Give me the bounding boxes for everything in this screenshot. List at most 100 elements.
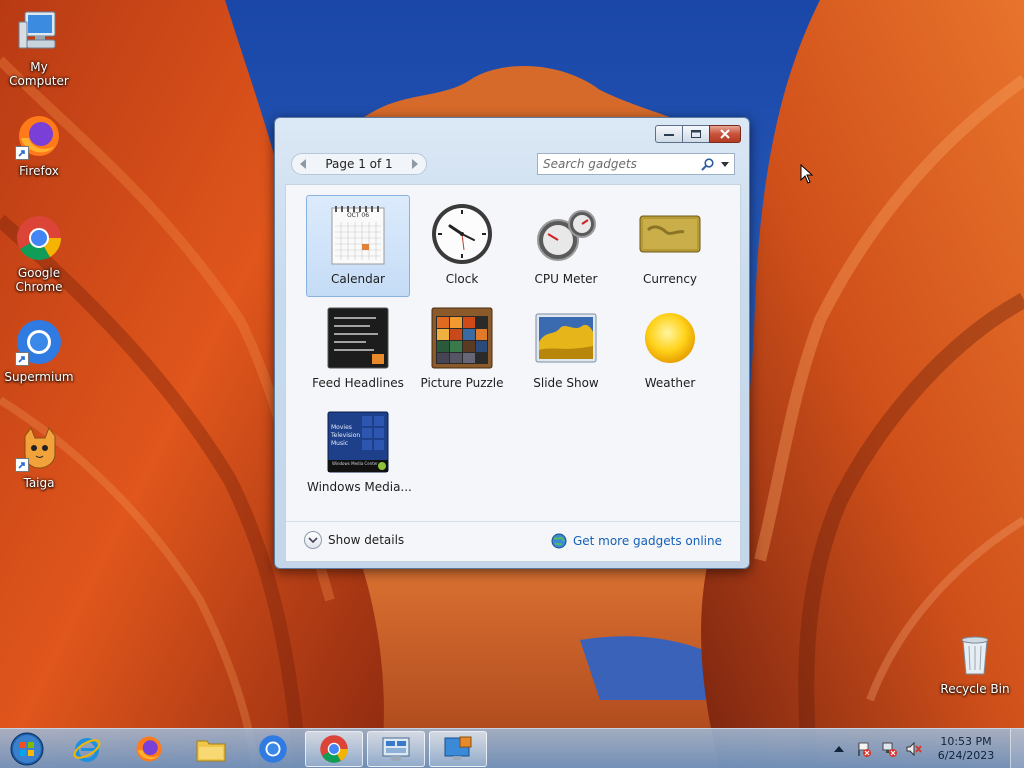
- chevron-down-icon: [721, 161, 729, 167]
- file-explorer-icon: [196, 740, 226, 762]
- media-center-music: Music: [331, 440, 349, 447]
- minimize-button[interactable]: [655, 125, 683, 143]
- chevron-up-icon: [834, 746, 844, 752]
- taskbar-gadgets[interactable]: [429, 731, 487, 767]
- window-controls: [655, 125, 741, 143]
- desktop-icon-label: My Computer: [9, 60, 69, 88]
- chrome-icon: [15, 214, 63, 262]
- gadget-label: Picture Puzzle: [420, 376, 504, 390]
- maximize-icon: [691, 130, 701, 138]
- taskbar-internet-explorer[interactable]: [58, 731, 116, 767]
- desktop-icon-supermium[interactable]: Supermium: [0, 318, 78, 384]
- show-details-label: Show details: [328, 533, 405, 547]
- supermium-icon: [15, 318, 63, 366]
- search-dropdown-button[interactable]: [716, 154, 734, 174]
- desktop-icon-label: Taiga: [23, 476, 55, 490]
- desktop-icon-recycle-bin[interactable]: Recycle Bin: [936, 630, 1014, 696]
- computer-icon: [15, 8, 63, 56]
- action-center-button[interactable]: [855, 740, 873, 758]
- gadget-label: Slide Show: [533, 376, 599, 390]
- picture-puzzle-gadget-icon: [430, 306, 494, 370]
- action-center-flag-icon: [858, 742, 871, 757]
- taskbar-control-panel[interactable]: [367, 731, 425, 767]
- weather-gadget-icon: [638, 306, 702, 370]
- desktop-icon-label: Recycle Bin: [940, 682, 1010, 696]
- desktop-icon-taiga[interactable]: Taiga: [0, 424, 78, 490]
- recycle-bin-icon: [951, 630, 999, 678]
- media-center-menu: Movies Television Music: [331, 424, 360, 448]
- gadget-windows-media-center[interactable]: Movies Television Music Windows Media Ce…: [306, 403, 412, 505]
- gadgets-icon: [444, 736, 472, 760]
- next-page-button[interactable]: [408, 157, 422, 171]
- taskbar-supermium[interactable]: [244, 731, 302, 767]
- page-navigator: Page 1 of 1: [291, 153, 427, 175]
- mouse-cursor-icon: [800, 164, 814, 184]
- search-gadgets-input[interactable]: [538, 154, 698, 174]
- search-gadgets-box: [537, 153, 735, 175]
- cpu-meter-gadget-icon: [534, 202, 598, 266]
- desktop-icon-google-chrome[interactable]: Google Chrome: [0, 214, 78, 294]
- gadget-weather[interactable]: Weather: [618, 299, 722, 401]
- get-more-gadgets-link[interactable]: Get more gadgets online: [551, 533, 722, 549]
- gadget-feed-headlines[interactable]: Feed Headlines: [306, 299, 410, 401]
- network-icon: [882, 742, 897, 757]
- desktop-icon-my-computer[interactable]: My Computer: [0, 8, 78, 88]
- arrow-left-icon: [300, 159, 306, 169]
- taskbar-file-explorer[interactable]: [182, 731, 240, 767]
- gadget-slide-show[interactable]: Slide Show: [514, 299, 618, 401]
- gadget-label: Windows Media...: [307, 480, 412, 494]
- search-button[interactable]: [698, 154, 716, 174]
- taskbar-chrome[interactable]: [305, 731, 363, 767]
- gadget-calendar[interactable]: OCT 06 Calendar: [306, 195, 410, 297]
- gadget-label: Calendar: [331, 272, 385, 286]
- close-button[interactable]: [709, 125, 741, 143]
- clock-date: 6/24/2023: [937, 749, 995, 762]
- gadget-currency[interactable]: Currency: [618, 195, 722, 297]
- gadget-label: Feed Headlines: [312, 376, 404, 390]
- control-panel-icon: [382, 737, 410, 761]
- previous-page-button[interactable]: [296, 157, 310, 171]
- globe-icon: [551, 533, 567, 549]
- internet-explorer-icon: [73, 738, 101, 762]
- gadgets-window: Page 1 of 1 Search gadgets OCT 06 Calend…: [274, 117, 750, 569]
- feed-headlines-gadget-icon: [326, 306, 390, 370]
- supermium-icon: [259, 735, 287, 763]
- maximize-button[interactable]: [682, 125, 710, 143]
- taskbar: 10:53 PM 6/24/2023: [0, 728, 1024, 768]
- page-indicator: Page 1 of 1: [325, 157, 393, 171]
- gadget-label: Clock: [445, 272, 479, 286]
- clock-time: 10:53 PM: [940, 735, 992, 748]
- gadget-clock[interactable]: Clock: [410, 195, 514, 297]
- shortcut-arrow-icon: [15, 352, 29, 366]
- taiga-icon: [15, 424, 63, 472]
- calendar-gadget-icon: OCT 06: [326, 202, 390, 266]
- desktop-icon-firefox[interactable]: Firefox: [0, 112, 78, 178]
- chevron-down-icon: [304, 531, 322, 549]
- calendar-month-label: OCT 06: [346, 212, 370, 219]
- show-details-toggle[interactable]: Show details: [304, 531, 404, 549]
- shortcut-arrow-icon: [15, 458, 29, 472]
- gadget-label: CPU Meter: [534, 272, 598, 286]
- gadget-gallery: OCT 06 Calendar Clock CPU Meter Currency…: [285, 184, 741, 562]
- network-button[interactable]: [880, 740, 898, 758]
- system-tray: 10:53 PM 6/24/2023: [830, 729, 1024, 768]
- close-icon: [720, 129, 730, 139]
- media-center-footer: Windows Media Center: [332, 461, 378, 466]
- show-hidden-icons-button[interactable]: [830, 740, 848, 758]
- search-icon: [700, 157, 714, 171]
- gadget-label: Currency: [642, 272, 698, 286]
- taskbar-clock[interactable]: 10:53 PM 6/24/2023: [930, 735, 1002, 763]
- chrome-icon: [320, 735, 348, 763]
- start-orb-icon: [10, 732, 44, 766]
- desktop-icon-label: Google Chrome: [15, 266, 63, 294]
- volume-button[interactable]: [905, 740, 923, 758]
- gadget-cpu-meter[interactable]: CPU Meter: [514, 195, 618, 297]
- show-desktop-button[interactable]: [1010, 729, 1024, 768]
- currency-gadget-icon: [638, 202, 702, 266]
- gadget-picture-puzzle[interactable]: Picture Puzzle: [410, 299, 514, 401]
- clock-gadget-icon: [430, 202, 494, 266]
- start-button[interactable]: [0, 731, 54, 767]
- volume-muted-icon: [906, 741, 922, 757]
- taskbar-firefox[interactable]: [120, 731, 178, 767]
- firefox-icon: [136, 736, 162, 762]
